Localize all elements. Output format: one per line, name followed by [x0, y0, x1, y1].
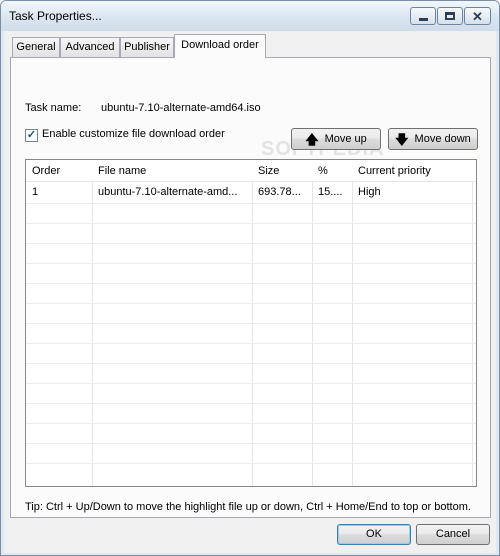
cell-priority: High [358, 186, 381, 198]
cell-percent: 15.... [318, 186, 343, 198]
row-gridline [26, 243, 476, 244]
row-gridline [26, 463, 476, 464]
task-properties-window: Task Properties... ✕ General Advanced Pu… [0, 0, 500, 556]
column-header-percent[interactable]: % [312, 160, 352, 182]
maximize-icon [445, 12, 455, 20]
cell-size: 693.78... [258, 186, 301, 198]
window-title: Task Properties... [9, 9, 102, 23]
tab-download-order[interactable]: Download order [174, 34, 266, 58]
cancel-button[interactable]: Cancel [416, 524, 490, 545]
row-gridline [26, 403, 476, 404]
row-gridline [26, 343, 476, 344]
row-gridline [26, 223, 476, 224]
enable-order-checkbox[interactable]: ✓ [25, 129, 38, 142]
row-gridline [26, 323, 476, 324]
title-bar[interactable]: Task Properties... ✕ [1, 1, 499, 31]
move-up-label: Move up [324, 133, 367, 145]
move-down-label: Move down [414, 133, 471, 145]
tip-text: Tip: Ctrl + Up/Down to move the highligh… [25, 501, 471, 513]
arrow-up-icon: 🡅 [305, 131, 319, 147]
file-order-list[interactable]: Order File name Size % Current priority … [25, 159, 477, 487]
column-header-file-name[interactable]: File name [92, 160, 252, 182]
move-up-button[interactable]: 🡅 Move up [291, 128, 381, 150]
row-gridline [26, 203, 476, 204]
row-gridline [26, 303, 476, 304]
cell-order: 1 [32, 186, 39, 198]
arrow-down-icon: 🡇 [395, 131, 409, 147]
column-header-priority[interactable]: Current priority [352, 160, 472, 182]
maximize-button[interactable] [437, 7, 463, 25]
tab-general[interactable]: General [12, 37, 60, 57]
row-gridline [26, 423, 476, 424]
ok-button[interactable]: OK [337, 524, 411, 545]
row-gridline [26, 383, 476, 384]
row-gridline [26, 363, 476, 364]
minimize-button[interactable] [410, 7, 436, 25]
close-icon: ✕ [472, 8, 483, 24]
row-gridline [26, 263, 476, 264]
row-gridline [26, 443, 476, 444]
dialog-client-area: General Advanced Publisher Download orde… [4, 31, 496, 553]
row-gridline [26, 283, 476, 284]
close-button[interactable]: ✕ [464, 7, 491, 25]
column-header-size[interactable]: Size [252, 160, 312, 182]
column-header-order[interactable]: Order [26, 160, 92, 182]
enable-order-label[interactable]: Enable customize file download order [42, 128, 225, 140]
tab-publisher[interactable]: Publisher [120, 37, 174, 57]
minimize-icon [418, 17, 428, 21]
task-name-value: ubuntu-7.10-alternate-amd64.iso [101, 102, 261, 114]
download-order-panel: Task name: ubuntu-7.10-alternate-amd64.i… [10, 57, 491, 518]
list-header: Order File name Size % Current priority [26, 160, 476, 182]
move-down-button[interactable]: 🡇 Move down [388, 128, 478, 150]
cell-file-name: ubuntu-7.10-alternate-amd... [98, 186, 238, 198]
task-name-label: Task name: [25, 102, 82, 114]
tab-advanced[interactable]: Advanced [60, 37, 120, 57]
